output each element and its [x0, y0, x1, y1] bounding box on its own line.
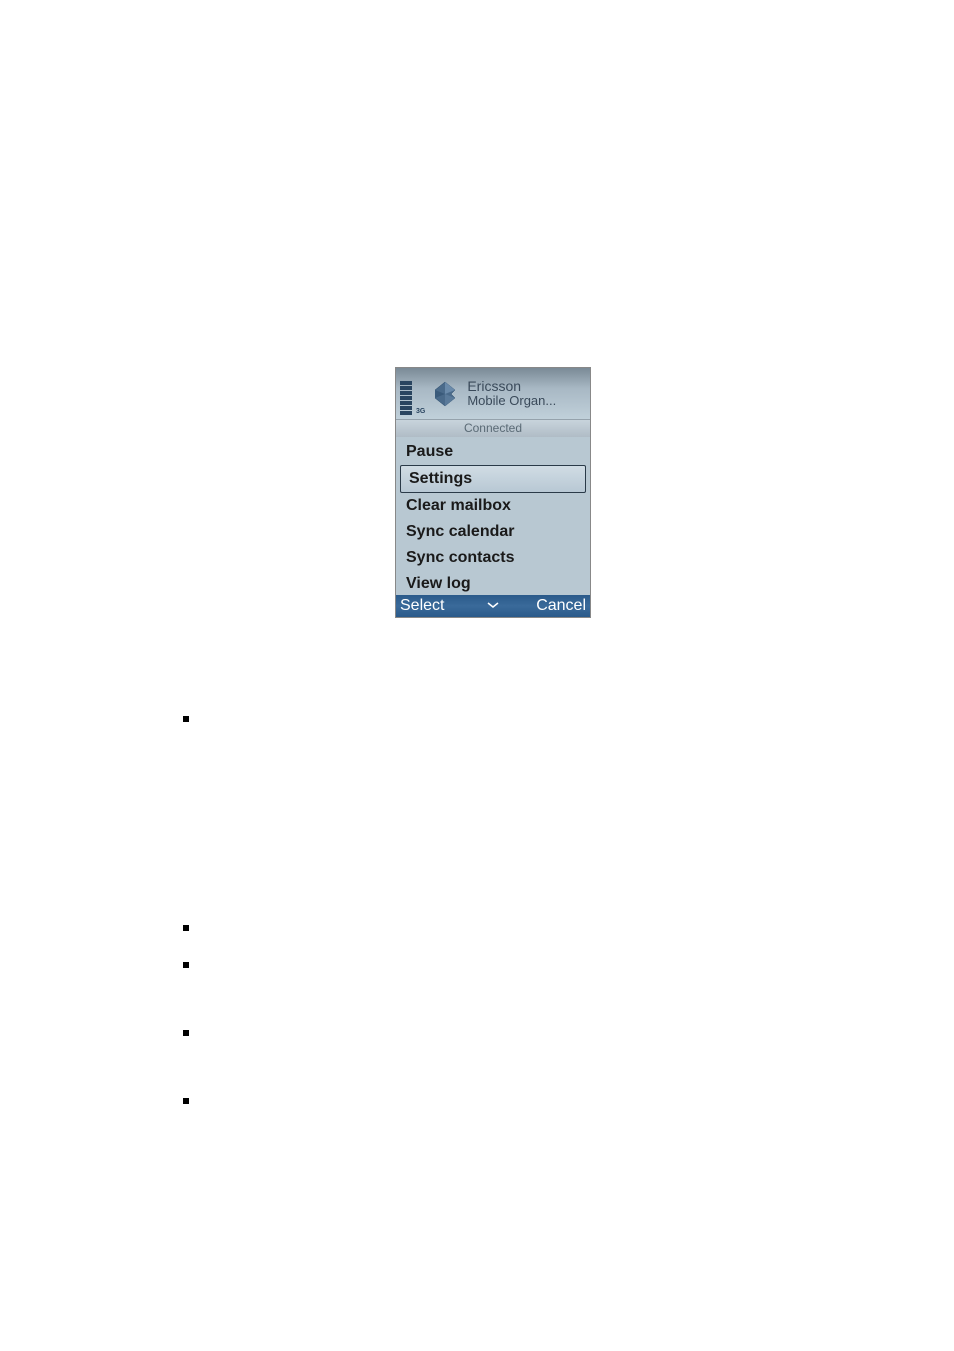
app-name-line1: Ericsson — [467, 379, 556, 394]
status-bar: 3G Ericsson Mobile Organ... — [396, 368, 590, 419]
bullet-icon — [183, 716, 189, 722]
phone-screen: 3G Ericsson Mobile Organ... Connected Pa… — [395, 367, 591, 618]
softkey-cancel[interactable]: Cancel — [536, 597, 586, 615]
app-icon — [429, 378, 461, 410]
softkey-bar: Select Cancel — [396, 595, 590, 617]
bullet-icon — [183, 962, 189, 968]
connection-status: Connected — [396, 419, 590, 437]
chevron-down-icon[interactable] — [486, 599, 500, 613]
softkey-select[interactable]: Select — [400, 597, 444, 615]
menu-item-sync-calendar[interactable]: Sync calendar — [398, 519, 588, 545]
app-name-line2: Mobile Organ... — [467, 394, 556, 408]
bullet-icon — [183, 1098, 189, 1104]
menu-item-sync-contacts[interactable]: Sync contacts — [398, 545, 588, 571]
menu-item-clear-mailbox[interactable]: Clear mailbox — [398, 493, 588, 519]
menu-item-settings[interactable]: Settings — [400, 465, 586, 493]
menu-item-pause[interactable]: Pause — [398, 439, 588, 465]
signal-strength-icon — [400, 373, 412, 415]
bullet-icon — [183, 925, 189, 931]
menu-list: Pause Settings Clear mailbox Sync calend… — [396, 437, 590, 599]
bullet-icon — [183, 1030, 189, 1036]
network-label: 3G — [416, 408, 425, 415]
menu-item-view-log[interactable]: View log — [398, 571, 588, 597]
app-title: Ericsson Mobile Organ... — [467, 379, 556, 409]
